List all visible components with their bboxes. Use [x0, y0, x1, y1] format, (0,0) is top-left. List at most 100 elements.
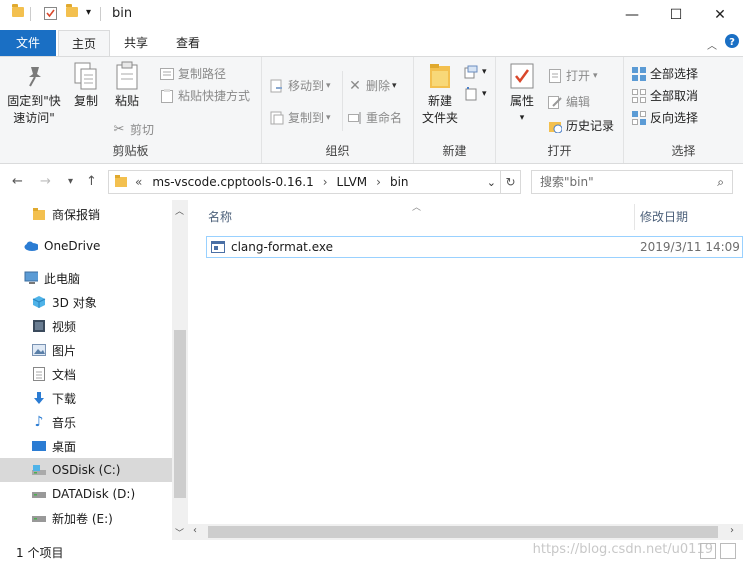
nav-item-volume-e[interactable]: 新加卷 (E:) — [0, 506, 172, 530]
rename-icon — [348, 111, 362, 125]
properties-button[interactable]: 属性 ▾ — [504, 61, 540, 127]
breadcrumb-separator-icon[interactable]: › — [323, 175, 328, 189]
search-input[interactable]: 搜索"bin" ⌕ — [531, 170, 733, 194]
close-button[interactable]: ✕ — [697, 0, 743, 30]
details-view-icon[interactable] — [700, 543, 716, 559]
back-arrow-icon[interactable]: ← — [12, 174, 23, 189]
table-row[interactable]: clang-format.exe 2019/3/11 14:09 — [206, 236, 743, 258]
address-dropdown-chevron-icon[interactable]: ⌄ — [487, 176, 496, 189]
paste-button[interactable]: 粘贴 — [108, 61, 146, 110]
breadcrumb-item[interactable]: ms-vscode.cpptools-0.16.1 — [152, 175, 313, 189]
breadcrumb-separator-icon[interactable]: › — [376, 175, 381, 189]
nav-item-quick-folder[interactable]: 商保报销 — [0, 202, 172, 226]
edit-label: 编辑 — [566, 95, 591, 109]
breadcrumb-item[interactable]: LLVM — [337, 175, 368, 189]
customize-quick-access-icon[interactable]: ▾ — [86, 7, 91, 18]
nav-item-label: DATADisk (D:) — [52, 487, 136, 501]
desktop-icon — [32, 439, 46, 453]
select-all-button[interactable]: 全部选择 — [632, 65, 698, 82]
chevron-down-icon: ▾ — [482, 67, 487, 77]
nav-item-documents[interactable]: 文档 — [0, 362, 172, 386]
delete-button[interactable]: ✕ 删除 ▾ — [348, 77, 396, 94]
nav-item-music[interactable]: ♪ 音乐 — [0, 410, 172, 434]
collapse-ribbon-icon[interactable]: ︿ — [707, 37, 717, 52]
easy-access-button[interactable]: ▾ — [464, 87, 487, 101]
new-folder-quick-icon[interactable] — [66, 4, 78, 17]
invert-selection-button[interactable]: 反向选择 — [632, 109, 698, 126]
item-count: 1 个项目 — [16, 546, 64, 560]
copy-path-button[interactable]: 复制路径 — [160, 65, 226, 82]
group-organize: 移动到 ▾ 复制到 ▾ ✕ 删除 ▾ 重命名 组织 — [262, 57, 414, 163]
new-item-button[interactable]: ▾ — [464, 65, 487, 79]
paste-shortcut-button[interactable]: 粘贴快捷方式 — [160, 87, 250, 104]
group-new: 新建 文件夹 ▾ ▾ 新建 — [414, 57, 496, 163]
scroll-right-chevron-icon[interactable]: › — [730, 525, 734, 536]
column-separator[interactable] — [634, 204, 635, 230]
folder-icon — [12, 4, 24, 17]
copy-button[interactable]: 复制 — [68, 61, 104, 110]
open-icon — [548, 68, 562, 83]
breadcrumb-item[interactable]: bin — [390, 175, 409, 189]
horizontal-scroll-thumb[interactable] — [208, 526, 718, 538]
properties-quick-icon[interactable] — [44, 7, 57, 20]
tab-share[interactable]: 共享 — [114, 30, 158, 56]
folder-icon — [115, 174, 127, 190]
tab-home[interactable]: 主页 — [58, 30, 110, 57]
minimize-button[interactable]: — — [609, 0, 655, 30]
history-icon — [548, 119, 562, 133]
tab-file[interactable]: 文件 — [0, 30, 56, 56]
pin-quick-access-button[interactable]: 固定到"快速访问" — [4, 61, 66, 127]
select-none-button[interactable]: 全部取消 — [632, 87, 698, 104]
nav-item-desktop[interactable]: 桌面 — [0, 434, 172, 458]
open-label: 打开 — [566, 69, 591, 83]
copy-path-label: 复制路径 — [178, 67, 227, 81]
column-header-modified[interactable]: 修改日期 — [640, 208, 688, 225]
open-button[interactable]: 打开 ▾ — [548, 67, 598, 84]
nav-item-this-pc[interactable]: 此电脑 — [0, 266, 172, 290]
picture-icon — [32, 343, 46, 357]
nav-scroll-thumb[interactable] — [174, 330, 186, 498]
copy-to-button[interactable]: 复制到 ▾ — [270, 109, 331, 126]
scroll-left-chevron-icon[interactable]: ‹ — [193, 525, 197, 536]
address-bar[interactable]: « ms-vscode.cpptools-0.16.1 › LLVM › bin… — [108, 170, 501, 194]
paste-label: 粘贴 — [114, 94, 139, 108]
move-to-button[interactable]: 移动到 ▾ — [270, 77, 331, 94]
up-arrow-icon[interactable]: ↑ — [86, 174, 97, 189]
refresh-icon[interactable]: ↻ — [501, 170, 521, 194]
forward-arrow-icon[interactable]: → — [40, 174, 51, 189]
easy-access-icon — [464, 87, 478, 101]
nav-item-onedrive[interactable]: OneDrive — [0, 234, 172, 258]
nav-item-datadisk-d[interactable]: DATADisk (D:) — [0, 482, 172, 506]
group-open: 属性 ▾ 打开 ▾ 编辑 历史记录 打开 — [496, 57, 624, 163]
group-label-select: 选择 — [671, 144, 696, 158]
cut-button[interactable]: ✂ 剪切 — [112, 121, 154, 138]
scroll-up-chevron-icon[interactable]: ︿ — [175, 204, 184, 217]
nav-item-pictures[interactable]: 图片 — [0, 338, 172, 362]
help-icon[interactable]: ? — [725, 34, 739, 51]
drive-icon — [32, 487, 46, 501]
nav-item-label: 音乐 — [52, 415, 77, 430]
copy-to-icon — [270, 111, 284, 125]
group-label-organize: 组织 — [325, 144, 350, 158]
nav-vertical-scrollbar[interactable]: ︿ ﹀ — [172, 200, 188, 540]
tab-view[interactable]: 查看 — [166, 30, 210, 56]
nav-item-videos[interactable]: 视频 — [0, 314, 172, 338]
breadcrumb-overflow-icon[interactable]: « — [135, 175, 142, 189]
history-button[interactable]: 历史记录 — [548, 117, 614, 134]
drive-icon — [32, 511, 46, 525]
file-list-horizontal-scrollbar[interactable]: ‹ › — [188, 524, 743, 540]
large-icons-view-icon[interactable] — [720, 543, 736, 559]
maximize-button[interactable]: ☐ — [653, 0, 699, 30]
edit-button[interactable]: 编辑 — [548, 93, 590, 110]
video-icon — [32, 319, 46, 333]
column-header-name[interactable]: 名称 — [208, 208, 232, 225]
chevron-down-icon: ▾ — [519, 113, 525, 123]
nav-item-downloads[interactable]: 下载 — [0, 386, 172, 410]
nav-item-3d-objects[interactable]: 3D 对象 — [0, 290, 172, 314]
scroll-down-chevron-icon[interactable]: ﹀ — [175, 526, 184, 539]
copy-icon — [71, 61, 101, 91]
nav-item-osdisk-c[interactable]: OSDisk (C:) — [0, 458, 172, 482]
rename-button[interactable]: 重命名 — [348, 109, 402, 126]
recent-locations-chevron-icon[interactable]: ▾ — [68, 176, 73, 187]
new-folder-button[interactable]: 新建 文件夹 — [418, 61, 462, 127]
